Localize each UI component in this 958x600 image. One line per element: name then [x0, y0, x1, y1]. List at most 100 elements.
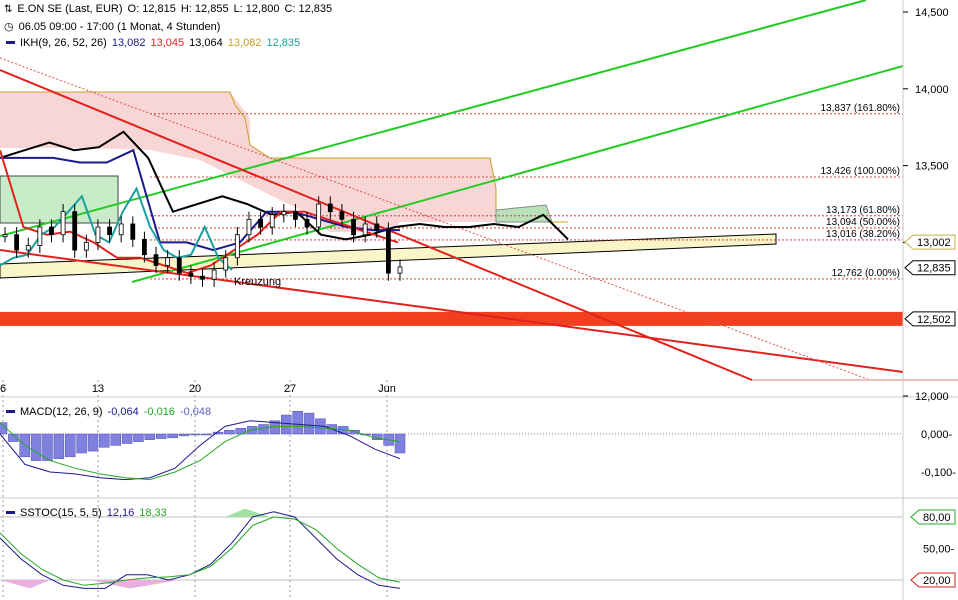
candle-body — [118, 223, 124, 236]
macd-histogram-bar — [110, 433, 121, 446]
macd-histogram-bar — [144, 433, 156, 440]
candle-body — [223, 257, 229, 271]
annotation-kreuzung: Kreuzung — [234, 276, 281, 288]
ikh-value: 13,082 — [227, 37, 262, 49]
candle-body — [95, 226, 101, 243]
candle-body — [351, 218, 356, 236]
support-band — [0, 311, 903, 326]
price-tag: 13,002 — [904, 234, 956, 250]
macd-histogram-bar — [394, 433, 406, 454]
macd-value: -0,048 — [179, 406, 212, 418]
ikh-row[interactable]: IKH(9, 26, 52, 26) 13,082 13,045 13,064 13,0… — [4, 37, 305, 49]
candle-body — [176, 257, 182, 274]
overbought-fill — [225, 508, 270, 517]
sstoc-title: SSTOC(15, 5, 5) — [20, 507, 102, 519]
macd-title: MACD(12, 26, 9) — [20, 406, 103, 418]
chart-type-icon[interactable]: ⇅ — [4, 4, 12, 15]
macd-panel: 0,000- -0,100- — [0, 410, 956, 481]
candle-body — [293, 211, 298, 220]
macd-tick-label: 0,000- — [921, 429, 953, 441]
symbol-name: E.ON SE (Last, EUR) — [17, 3, 123, 15]
macd-histogram-bar — [167, 433, 178, 439]
candle-body — [374, 223, 380, 231]
candle-body — [258, 218, 263, 228]
stoch-tick-label: 20,00 — [923, 575, 951, 587]
stoch-tick-label: 80,00 — [923, 512, 951, 524]
sstoc-value: 12,16 — [106, 507, 135, 519]
macd-histogram-bar — [121, 433, 133, 444]
candle-body — [200, 275, 205, 280]
candle-body — [37, 226, 43, 246]
sstoc-k-line — [0, 511, 401, 589]
y-tick-label: 14,000 — [915, 84, 949, 96]
ikh-value: 13,045 — [150, 37, 185, 49]
candle-body — [269, 214, 275, 228]
macd-value: -0,016 — [143, 406, 175, 418]
macd-legend-icon — [6, 409, 15, 413]
consolidation-box — [0, 175, 119, 224]
fib-label: 13,837 (161.80%) — [820, 103, 900, 114]
ikh-label: IKH(9, 26, 52, 26) — [20, 37, 107, 49]
fib-label: 13,173 (61.80%) — [826, 205, 900, 216]
fib-label: 13,094 (50.00%) — [826, 217, 900, 228]
x-tick-label: 6 — [0, 383, 6, 395]
candle-body — [327, 203, 333, 213]
macd-header[interactable]: MACD(12, 26, 9) -0,064 -0,016 -0,048 — [4, 406, 216, 418]
candle-body — [142, 238, 147, 256]
x-tick-label: Jun — [378, 383, 396, 395]
macd-histogram-bar — [30, 433, 42, 461]
macd-histogram-bar — [190, 433, 201, 436]
candle-body — [72, 211, 78, 251]
candle-body — [234, 234, 240, 259]
y-tick-label: 14,500 — [915, 7, 949, 19]
macd-histogram-bar — [133, 433, 144, 442]
candle-body — [25, 245, 31, 251]
macd-histogram-bar — [87, 433, 99, 452]
y-tick-label: 12,000 — [915, 391, 949, 403]
macd-tick-label: -0,100- — [921, 467, 956, 479]
candle-body — [316, 203, 322, 228]
fib-label: 13,426 (100.00%) — [820, 166, 900, 177]
fib-label: 13,016 (38.20%) — [826, 229, 900, 240]
price-tag-label: 13,002 — [917, 237, 951, 249]
candle-body — [362, 223, 368, 236]
y-tick-label: 13,500 — [915, 161, 949, 173]
macd-histogram-bar — [258, 424, 269, 435]
candle-body — [49, 226, 54, 236]
x-tick-label: 20 — [189, 383, 201, 395]
candle-body — [281, 211, 287, 216]
candle-body — [60, 211, 66, 236]
candle-body — [304, 218, 310, 228]
price-tag: 12,502 — [904, 311, 956, 327]
ikh-value: 13,082 — [111, 37, 146, 49]
macd-histogram-bar — [292, 410, 303, 435]
sstoc-d-line — [0, 516, 401, 586]
macd-histogram-bar — [76, 433, 87, 454]
macd-histogram-bar — [224, 429, 235, 435]
candle-body — [153, 254, 159, 266]
ohlc-high: H: 12,855 — [180, 3, 229, 15]
stoch-tick-label: 50,00- — [923, 544, 955, 556]
ichimoku-cloud-bear — [495, 204, 553, 223]
candle-body — [2, 234, 8, 238]
price-tag: 12,835 — [904, 260, 956, 276]
macd-histogram-bar — [281, 414, 292, 435]
price-tag-label: 12,502 — [917, 314, 951, 326]
oversold-fill — [0, 580, 50, 589]
macd-histogram-bar — [155, 433, 167, 439]
sstoc-header[interactable]: SSTOC(15, 5, 5) 12,16 18,33 — [4, 507, 172, 519]
candle-body — [385, 229, 391, 274]
ohlc-close: C: 12,835 — [284, 3, 333, 15]
candle-body — [339, 211, 345, 220]
macd-histogram-bar — [303, 412, 315, 435]
period-text: 06.05 09:00 - 17:00 (1 Monat, 4 Stunden) — [18, 21, 221, 33]
candle-body — [130, 223, 136, 240]
clock-icon: ◷ — [4, 21, 14, 33]
candle-body — [14, 234, 20, 251]
chart-header: ⇅ E.ON SE (Last, EUR) O: 12,815 H: 12,855 L:… — [4, 3, 337, 15]
candle-body — [107, 226, 112, 236]
ikh-value: 12,835 — [266, 37, 301, 49]
oversold-fill — [90, 580, 180, 589]
price-tag-label: 12,835 — [917, 263, 951, 275]
fib-label: 12,762 (0.00%) — [832, 268, 900, 279]
